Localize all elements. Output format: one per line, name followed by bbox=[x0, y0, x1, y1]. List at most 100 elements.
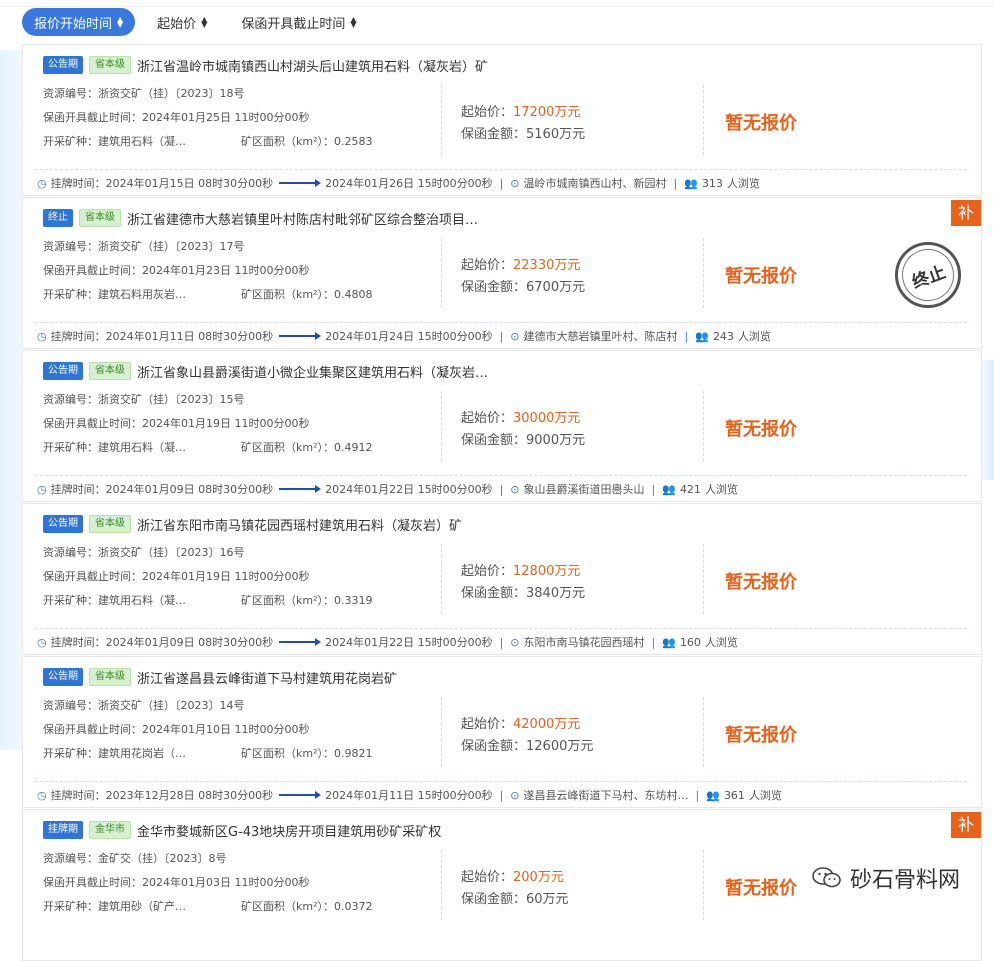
sort-by-quote-start-time[interactable]: 报价开始时间 ▲ ▼ bbox=[22, 8, 136, 36]
mining-area: 矿区面积（km²）：0.4808 bbox=[241, 286, 373, 302]
arrow-right-icon bbox=[279, 332, 322, 340]
deposit-label: 保函金额： bbox=[461, 739, 527, 754]
wechat-icon bbox=[812, 867, 841, 888]
area-label: 矿区面积（km²）： bbox=[241, 288, 334, 301]
views-suffix: 人浏览 bbox=[748, 789, 782, 802]
mineral-type: 开采矿种：建筑用石料（凝… bbox=[43, 592, 186, 608]
guarantee-deadline: 保函开具截止时间：2024年01月19日 11时00分00秒 bbox=[43, 415, 309, 431]
resource-value: 浙资交矿（挂）〔2023〕14号 bbox=[98, 699, 245, 712]
listing-card[interactable]: 公告期 省本级 浙江省东阳市南马镇花园西瑶村建筑用石料（凝灰岩）矿 资源编号：浙资交矿… bbox=[22, 503, 982, 655]
clock-icon: ◷ bbox=[37, 329, 47, 343]
mineral-value: 建筑用花岗岩（… bbox=[98, 747, 186, 760]
footer-divider bbox=[35, 781, 967, 782]
mineral-type: 开采矿种：建筑用石料（凝… bbox=[43, 439, 186, 455]
sort-label: 起始价 bbox=[157, 16, 197, 32]
level-badge: 省本级 bbox=[89, 362, 131, 380]
mining-area: 矿区面积（km²）：0.3319 bbox=[241, 592, 373, 608]
listing-label: 挂牌时间： bbox=[50, 789, 106, 802]
resource-number: 资源编号：浙资交矿（挂）〔2023〕17号 bbox=[43, 238, 245, 254]
column-divider bbox=[441, 391, 442, 461]
clock-icon: ◷ bbox=[37, 635, 47, 649]
resource-value: 浙资交矿（挂）〔2023〕17号 bbox=[98, 240, 245, 253]
column-divider bbox=[703, 850, 704, 920]
separator: | bbox=[684, 329, 689, 343]
view-count: 421 bbox=[679, 482, 701, 496]
deposit-amount: 保函金额：5160万元 bbox=[461, 123, 585, 142]
column-divider bbox=[441, 850, 442, 920]
card-footer: ◷ 挂牌时间： 2023年12月28日 08时30分00秒 2024年01月11日 1… bbox=[37, 787, 782, 803]
listing-title[interactable]: 浙江省遂昌县云峰街道下马村建筑用花岗岩矿 bbox=[137, 668, 397, 687]
area-value: 0.2583 bbox=[334, 135, 373, 148]
start-price-label: 起始价： bbox=[461, 564, 514, 579]
clock-icon: ◷ bbox=[37, 482, 47, 496]
listing-title[interactable]: 金华市婺城新区G-43地块房开项目建筑用砂矿采矿权 bbox=[137, 821, 441, 840]
start-price-label: 起始价： bbox=[461, 258, 514, 273]
deposit-value: 12600万元 bbox=[526, 739, 594, 754]
listing-title[interactable]: 浙江省东阳市南马镇花园西瑶村建筑用石料（凝灰岩）矿 bbox=[137, 515, 462, 534]
deposit-amount: 保函金额：60万元 bbox=[461, 888, 569, 907]
arrow-right-icon bbox=[279, 638, 322, 646]
resource-label: 资源编号： bbox=[43, 393, 98, 406]
start-price: 起始价：200万元 bbox=[461, 866, 564, 885]
sort-caret-icon: ▲ ▼ bbox=[350, 15, 357, 29]
separator: | bbox=[499, 788, 504, 802]
listing-title[interactable]: 浙江省温岭市城南镇西山村湖头后山建筑用石料（凝灰岩）矿 bbox=[137, 56, 488, 75]
guarantee-deadline: 保函开具截止时间：2024年01月19日 11时00分00秒 bbox=[43, 568, 309, 584]
start-price: 起始价：17200万元 bbox=[461, 101, 580, 120]
arrow-right-icon bbox=[279, 791, 322, 799]
resource-value: 浙资交矿（挂）〔2023〕15号 bbox=[98, 393, 245, 406]
footer-divider bbox=[35, 628, 967, 629]
view-count: 160 bbox=[679, 635, 701, 649]
column-divider bbox=[441, 238, 442, 308]
separator: | bbox=[499, 329, 504, 343]
deadline-value: 2024年01月25日 11时00分00秒 bbox=[142, 111, 310, 124]
listing-card[interactable]: 公告期 省本级 浙江省遂昌县云峰街道下马村建筑用花岗岩矿 资源编号：浙资交矿（挂）〔2… bbox=[22, 656, 982, 808]
listing-title[interactable]: 浙江省象山县爵溪街道小微企业集聚区建筑用石料（凝灰岩… bbox=[137, 362, 488, 381]
watermark: 砂石骨料网 bbox=[812, 862, 960, 894]
listing-card[interactable]: 公告期 省本级 浙江省象山县爵溪街道小微企业集聚区建筑用石料（凝灰岩… 资源编号：浙资… bbox=[22, 350, 982, 502]
level-badge: 省本级 bbox=[89, 56, 131, 74]
start-price: 起始价：30000万元 bbox=[461, 407, 580, 426]
sort-by-start-price[interactable]: 起始价 ▲ ▼ bbox=[157, 13, 207, 32]
sort-by-guarantee-deadline[interactable]: 保函开具截止时间 ▲ ▼ bbox=[241, 13, 356, 32]
mineral-type: 开采矿种：建筑用砂（矿产… bbox=[43, 898, 186, 914]
level-badge: 省本级 bbox=[89, 515, 131, 533]
deadline-label: 保函开具截止时间： bbox=[43, 111, 142, 124]
deposit-label: 保函金额： bbox=[461, 586, 527, 601]
deadline-value: 2024年01月19日 11时00分00秒 bbox=[142, 417, 310, 430]
start-price-value: 12800万元 bbox=[513, 564, 581, 579]
views-suffix: 人浏览 bbox=[704, 483, 738, 496]
listing-title[interactable]: 浙江省建德市大慈岩镇里叶村陈店村毗邻矿区综合整治项目… bbox=[127, 209, 478, 228]
terminated-stamp: 终止 bbox=[894, 241, 962, 309]
listing-label: 挂牌时间： bbox=[50, 330, 106, 343]
start-price-label: 起始价： bbox=[461, 105, 514, 120]
resource-number: 资源编号：浙资交矿（挂）〔2023〕18号 bbox=[43, 85, 245, 101]
resource-number: 资源编号：浙资交矿（挂）〔2023〕15号 bbox=[43, 391, 245, 407]
resource-label: 资源编号： bbox=[43, 852, 98, 865]
deadline-label: 保函开具截止时间： bbox=[43, 723, 142, 736]
deposit-label: 保函金额： bbox=[461, 127, 527, 142]
deposit-amount: 保函金额：9000万元 bbox=[461, 429, 585, 448]
deposit-value: 6700万元 bbox=[526, 280, 586, 295]
mineral-value: 建筑用石料（凝… bbox=[98, 441, 186, 454]
users-icon: 👥 bbox=[662, 482, 676, 496]
listing-card[interactable]: 终止 省本级 浙江省建德市大慈岩镇里叶村陈店村毗邻矿区综合整治项目… 资源编号：浙资交… bbox=[22, 197, 982, 349]
location: 东阳市南马镇花园西瑶村 bbox=[523, 636, 645, 649]
listing-end: 2024年01月22日 15时00分00秒 bbox=[325, 636, 493, 649]
column-divider bbox=[703, 391, 704, 461]
listing-card[interactable]: 公告期 省本级 浙江省温岭市城南镇西山村湖头后山建筑用石料（凝灰岩）矿 资源编号：浙资… bbox=[22, 44, 982, 196]
mineral-value: 建筑用砂（矿产… bbox=[98, 900, 186, 913]
footer-divider bbox=[35, 322, 967, 323]
location-pin-icon: ⊙ bbox=[510, 788, 520, 802]
area-value: 0.0372 bbox=[334, 900, 373, 913]
quote-status: 暂无报价 bbox=[725, 725, 797, 746]
level-badge: 金华市 bbox=[89, 821, 131, 839]
card-footer: ◷ 挂牌时间： 2024年01月09日 08时30分00秒 2024年01月22日 1… bbox=[37, 634, 738, 650]
mineral-value: 建筑用石料（凝… bbox=[98, 135, 186, 148]
card-footer: ◷ 挂牌时间： 2024年01月11日 08时30分00秒 2024年01月24日 1… bbox=[37, 328, 771, 344]
status-badge: 挂牌期 bbox=[43, 821, 83, 839]
column-divider bbox=[441, 85, 442, 155]
separator: | bbox=[499, 635, 504, 649]
area-value: 0.4808 bbox=[334, 288, 373, 301]
status-badge: 公告期 bbox=[43, 668, 83, 686]
